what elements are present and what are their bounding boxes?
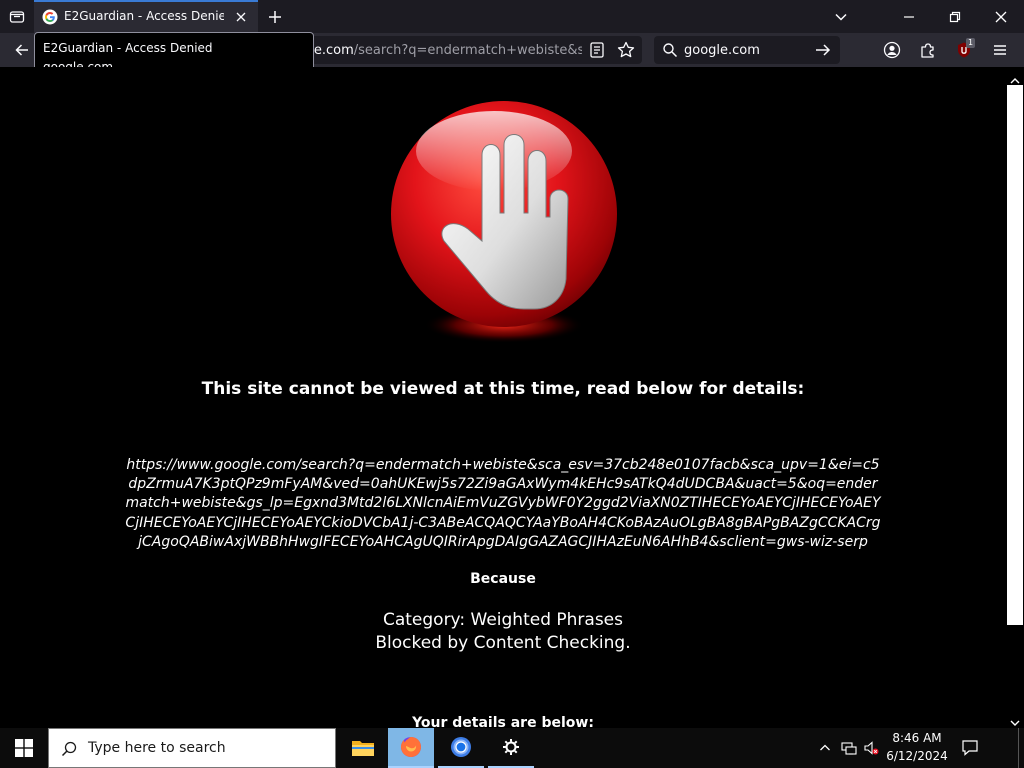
search-icon bbox=[662, 42, 678, 58]
clock-time: 8:46 AM bbox=[892, 731, 942, 745]
taskbar-firefox[interactable] bbox=[388, 728, 434, 768]
new-tab-button[interactable] bbox=[264, 6, 286, 28]
app-menu-button[interactable] bbox=[988, 38, 1012, 62]
block-reason: Blocked by Content Checking. bbox=[375, 633, 631, 653]
network-icon bbox=[841, 742, 857, 755]
action-center-button[interactable] bbox=[952, 728, 988, 768]
minimize-icon bbox=[904, 15, 914, 18]
taskbar-search-box[interactable]: Type here to search bbox=[48, 728, 336, 768]
taskbar-search-placeholder: Type here to search bbox=[88, 740, 226, 756]
scroll-down-arrow-icon[interactable] bbox=[1010, 713, 1020, 726]
extensions-button[interactable] bbox=[916, 38, 940, 62]
details-heading: Your details are below: bbox=[412, 715, 594, 728]
network-status-button[interactable] bbox=[838, 728, 860, 768]
show-desktop-button[interactable] bbox=[1018, 728, 1024, 768]
file-explorer-icon bbox=[352, 741, 374, 756]
windows-logo-icon bbox=[15, 739, 33, 757]
volume-button[interactable] bbox=[860, 728, 882, 768]
list-all-tabs-button[interactable] bbox=[830, 6, 852, 28]
tab-list-button[interactable] bbox=[6, 6, 28, 28]
close-icon bbox=[995, 11, 1007, 22]
search-input[interactable]: google.com bbox=[684, 43, 760, 58]
taskbar: Type here to search 8:46 AM 6/12/2024 bbox=[0, 728, 1024, 768]
plus-icon bbox=[269, 11, 281, 23]
arrow-right-icon bbox=[816, 44, 831, 56]
close-window-button[interactable] bbox=[978, 0, 1024, 33]
taskbar-chrome[interactable] bbox=[438, 728, 484, 768]
bookmark-star-icon[interactable] bbox=[616, 40, 636, 60]
page-heading: This site cannot be viewed at this time,… bbox=[201, 379, 805, 399]
reader-view-icon[interactable] bbox=[588, 41, 606, 59]
search-bar[interactable]: google.com bbox=[654, 36, 840, 64]
firefox-icon bbox=[401, 737, 421, 757]
minimize-button[interactable] bbox=[886, 0, 932, 33]
search-icon bbox=[61, 741, 77, 757]
url-text[interactable]: gle.com/search?q=endermatch+webiste&sc bbox=[302, 43, 582, 58]
account-icon bbox=[883, 41, 901, 59]
hamburger-menu-icon bbox=[994, 45, 1006, 55]
arrow-left-icon bbox=[15, 44, 28, 56]
clock-date: 6/12/2024 bbox=[886, 749, 948, 763]
tab-title: E2Guardian - Access Denied bbox=[64, 9, 224, 23]
google-favicon-icon bbox=[42, 9, 58, 25]
tab-list-icon bbox=[9, 11, 25, 23]
notification-icon bbox=[962, 740, 978, 756]
scroll-up-arrow-icon[interactable] bbox=[1010, 71, 1020, 84]
tab-close-button[interactable] bbox=[232, 8, 250, 26]
volume-muted-icon bbox=[864, 741, 879, 755]
tooltip-title: E2Guardian - Access Denied bbox=[43, 41, 213, 55]
scrollbar-thumb[interactable] bbox=[1007, 85, 1023, 625]
block-category: Category: Weighted Phrases bbox=[382, 610, 624, 630]
taskbar-file-explorer[interactable] bbox=[340, 728, 386, 768]
chrome-icon bbox=[451, 737, 471, 757]
page-scrollbar[interactable] bbox=[1006, 67, 1024, 728]
tab-strip: E2Guardian - Access Denied bbox=[0, 0, 1024, 33]
chevron-up-icon bbox=[820, 744, 830, 751]
ublock-origin-button[interactable]: 1 bbox=[952, 38, 976, 62]
search-go-button[interactable] bbox=[814, 41, 832, 59]
settings-icon bbox=[503, 739, 519, 755]
blocked-url: https://www.google.com/search?q=endermat… bbox=[125, 457, 881, 550]
close-icon bbox=[236, 12, 246, 22]
page-content: This site cannot be viewed at this time,… bbox=[0, 67, 1006, 728]
active-tab[interactable]: E2Guardian - Access Denied bbox=[34, 0, 258, 33]
chevron-down-icon bbox=[835, 13, 847, 21]
restore-icon bbox=[949, 11, 961, 22]
because-label: Because bbox=[470, 571, 536, 587]
stop-hand-icon bbox=[388, 101, 620, 347]
back-button[interactable] bbox=[10, 38, 34, 62]
url-path: /search?q=endermatch+webiste&sc bbox=[353, 43, 582, 58]
puzzle-icon bbox=[921, 43, 934, 58]
account-button[interactable] bbox=[880, 38, 904, 62]
restore-button[interactable] bbox=[932, 0, 978, 33]
ublock-badge-count: 1 bbox=[966, 38, 976, 48]
start-button[interactable] bbox=[0, 728, 48, 768]
show-hidden-icons-button[interactable] bbox=[814, 728, 836, 768]
system-clock[interactable]: 8:46 AM 6/12/2024 bbox=[884, 728, 950, 768]
taskbar-settings[interactable] bbox=[488, 728, 534, 768]
